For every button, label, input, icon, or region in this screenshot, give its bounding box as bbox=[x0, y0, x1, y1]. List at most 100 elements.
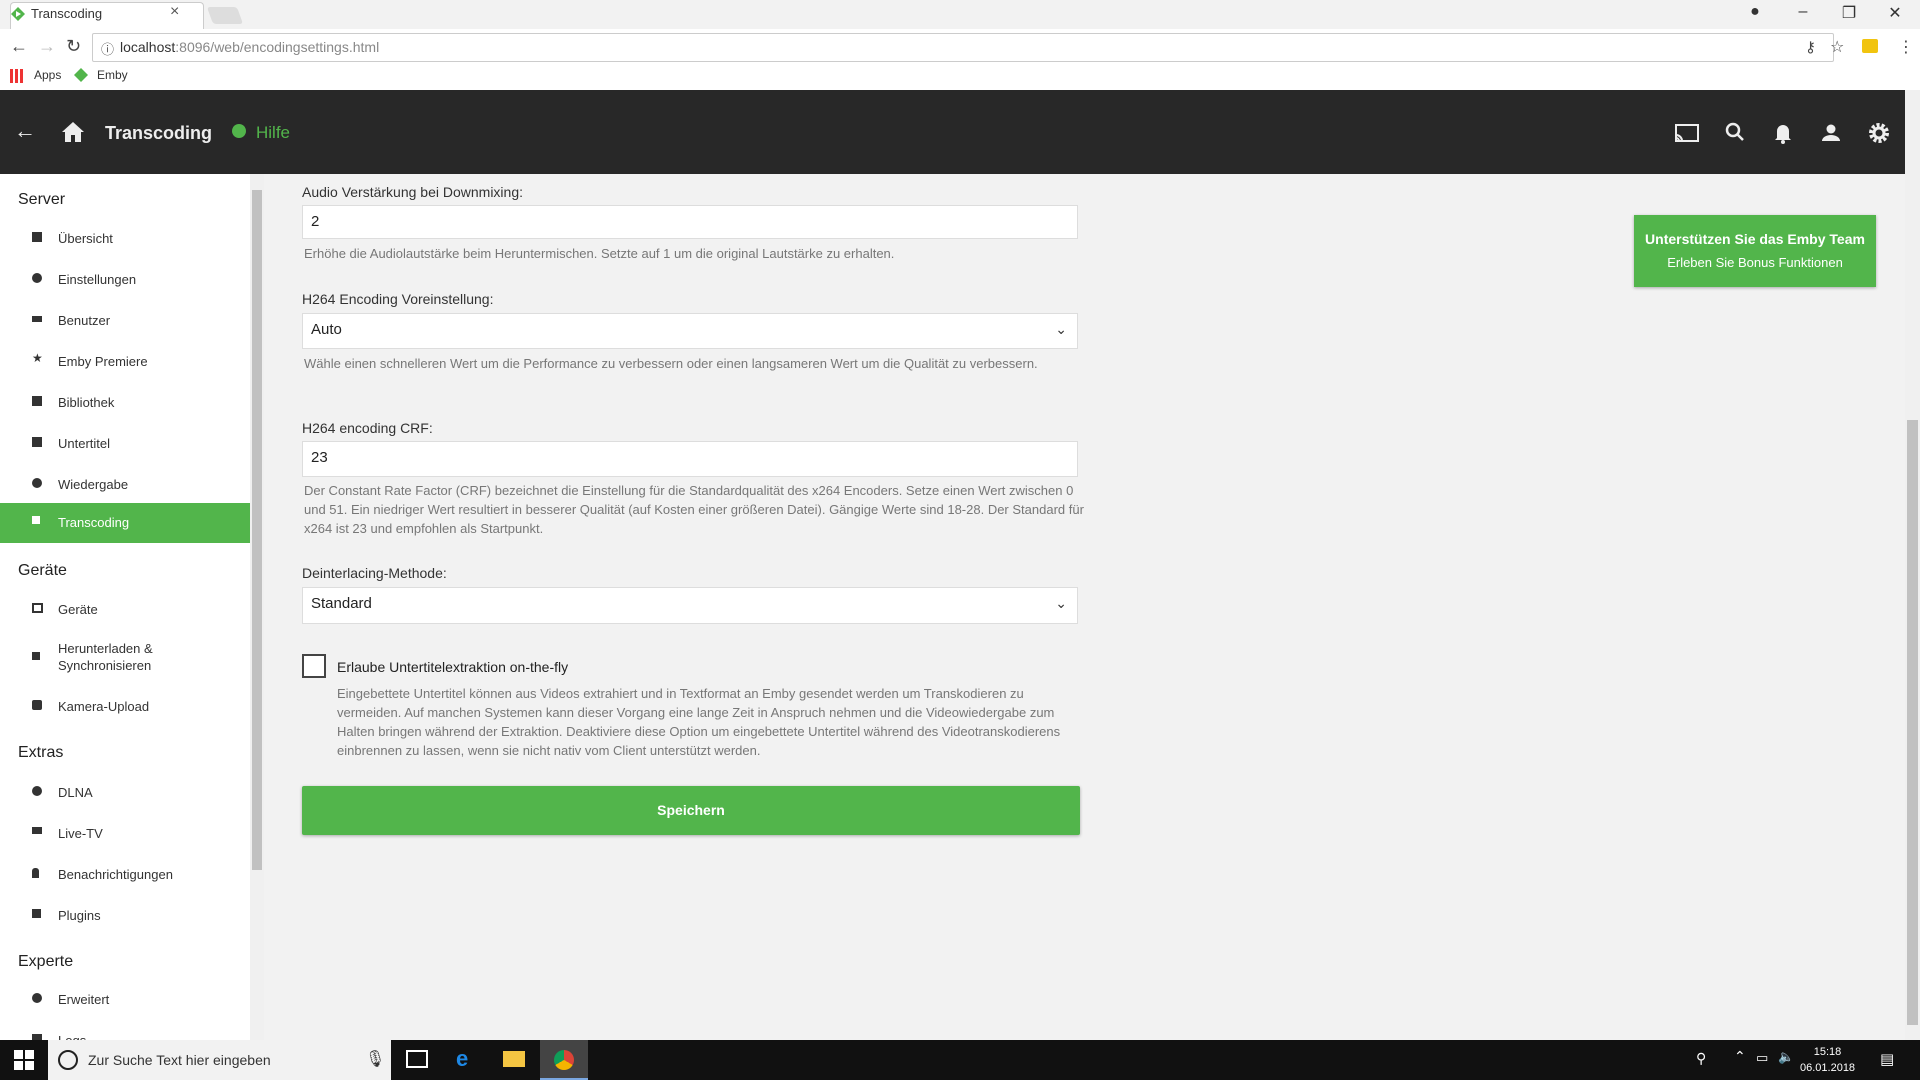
bell-icon bbox=[32, 868, 39, 878]
audio-boost-label: Audio Verstärkung bei Downmixing: bbox=[302, 184, 524, 200]
dlna-icon bbox=[32, 786, 42, 796]
advanced-settings-icon bbox=[32, 993, 42, 1003]
back-arrow-icon[interactable]: ← bbox=[14, 118, 36, 144]
home-icon[interactable] bbox=[62, 122, 84, 142]
gear-icon[interactable] bbox=[1864, 118, 1894, 148]
section-experte: Experte bbox=[18, 953, 74, 970]
sidebar-item-benachrichtigungen[interactable]: Benachrichtigungen bbox=[0, 855, 250, 895]
search-icon[interactable] bbox=[1720, 118, 1750, 148]
task-view-icon[interactable] bbox=[406, 1050, 428, 1068]
clock-time: 15:18 bbox=[1813, 1046, 1842, 1058]
transcode-icon bbox=[32, 516, 40, 524]
people-tray-icon[interactable]: ⚲ bbox=[1696, 1050, 1706, 1067]
extension-icon[interactable] bbox=[1862, 39, 1878, 53]
support-subtitle: Erleben Sie Bonus Funktionen bbox=[1667, 255, 1843, 270]
key-icon[interactable]: ⚷ bbox=[1805, 38, 1816, 56]
taskbar-search-placeholder: Zur Suche Text hier eingeben bbox=[88, 1052, 271, 1068]
download-icon bbox=[32, 652, 40, 660]
deinterlace-select[interactable]: Standard ⌄ bbox=[302, 587, 1078, 624]
url-path: :8096/web/encodingsettings.html bbox=[175, 39, 380, 55]
sidebar-scroll-thumb[interactable] bbox=[252, 190, 262, 870]
tab-strip bbox=[0, 0, 1920, 29]
sidebar-item-bibliothek[interactable]: Bibliothek bbox=[0, 383, 250, 423]
section-server: Server bbox=[18, 191, 66, 208]
page-title: Transcoding bbox=[105, 123, 213, 143]
help-icon[interactable] bbox=[232, 124, 246, 138]
star-icon[interactable]: ☆ bbox=[1830, 37, 1844, 57]
bookmarks-bar bbox=[0, 65, 1920, 91]
section-geraete: Geräte bbox=[18, 562, 67, 579]
new-tab-button[interactable] bbox=[206, 7, 244, 24]
microphone-icon[interactable]: 🎙 bbox=[365, 1049, 385, 1069]
dashboard-icon bbox=[32, 232, 42, 242]
settings-icon bbox=[32, 273, 42, 283]
h264-preset-select[interactable]: Auto ⌄ bbox=[302, 313, 1078, 349]
bookmark-apps[interactable]: Apps bbox=[34, 68, 61, 82]
sidebar-item-emby-premiere[interactable]: ★ Emby Premiere bbox=[0, 342, 250, 382]
help-link[interactable]: Hilfe bbox=[256, 123, 290, 143]
sidebar-item-transcoding[interactable]: Transcoding bbox=[0, 503, 250, 543]
menu-icon[interactable]: ⋮ bbox=[1898, 37, 1914, 57]
taskbar-clock[interactable]: 15:18 06.01.2018 bbox=[1800, 1044, 1855, 1076]
restore-icon[interactable]: ❐ bbox=[1829, 3, 1869, 23]
reload-icon[interactable]: ↻ bbox=[66, 36, 81, 57]
sidebar-item-live-tv[interactable]: Live-TV bbox=[0, 814, 250, 854]
chevron-down-icon: ⌄ bbox=[1055, 595, 1067, 611]
emby-icon bbox=[74, 68, 88, 82]
sidebar-item-wiedergabe[interactable]: Wiedergabe bbox=[0, 465, 250, 505]
device-icon bbox=[32, 603, 43, 613]
file-explorer-icon[interactable] bbox=[503, 1051, 525, 1067]
plugin-icon bbox=[32, 909, 41, 918]
url-text: localhost:8096/web/encodingsettings.html bbox=[120, 39, 379, 55]
minimize-icon[interactable]: – bbox=[1783, 3, 1823, 21]
tab-close-icon[interactable]: × bbox=[170, 3, 179, 21]
audio-boost-input[interactable]: 2 bbox=[302, 205, 1078, 239]
windows-start-icon[interactable] bbox=[14, 1050, 34, 1070]
bell-icon[interactable] bbox=[1768, 118, 1798, 148]
h264-crf-input[interactable]: 23 bbox=[302, 441, 1078, 477]
sidebar-item-geraete[interactable]: Geräte bbox=[0, 590, 250, 630]
chevron-up-icon[interactable]: ⌃ bbox=[1734, 1048, 1746, 1065]
sidebar-item-dlna[interactable]: DLNA bbox=[0, 773, 250, 813]
main-scroll-thumb[interactable] bbox=[1907, 420, 1918, 1025]
network-icon[interactable]: ▭ bbox=[1756, 1050, 1768, 1066]
bookmark-emby[interactable]: Emby bbox=[97, 68, 128, 82]
cast-icon[interactable] bbox=[1672, 118, 1702, 148]
support-emby-button[interactable]: Unterstützen Sie das Emby Team Erleben S… bbox=[1634, 215, 1876, 287]
section-extras: Extras bbox=[18, 744, 64, 761]
sidebar-item-uebersicht[interactable]: Übersicht bbox=[0, 219, 250, 259]
subtitle-extract-checkbox[interactable] bbox=[302, 654, 326, 678]
sidebar-item-kamera-upload[interactable]: Kamera-Upload bbox=[0, 687, 250, 727]
deinterlace-label: Deinterlacing-Methode: bbox=[302, 565, 447, 581]
sidebar-item-plugins[interactable]: Plugins bbox=[0, 896, 250, 936]
sidebar: Server Übersicht Einstellungen Benutzer … bbox=[0, 174, 250, 1040]
sidebar-item-untertitel[interactable]: Untertitel bbox=[0, 424, 250, 464]
edge-icon[interactable]: e bbox=[456, 1046, 468, 1072]
support-title: Unterstützen Sie das Emby Team bbox=[1645, 231, 1865, 247]
forward-icon[interactable]: → bbox=[38, 36, 56, 57]
camera-icon bbox=[32, 700, 42, 710]
sidebar-item-logs[interactable]: Logs bbox=[0, 1021, 250, 1040]
user-icon[interactable] bbox=[1816, 118, 1846, 148]
audio-boost-help: Erhöhe die Audiolautstärke beim Herunter… bbox=[304, 246, 895, 261]
profile-icon[interactable]: ● bbox=[1735, 3, 1775, 21]
subtitle-extract-label[interactable]: Erlaube Untertitelextraktion on-the-fly bbox=[337, 659, 568, 675]
notifications-icon[interactable]: ▤ bbox=[1880, 1050, 1894, 1068]
folder-icon bbox=[32, 396, 42, 406]
back-icon[interactable]: ← bbox=[10, 36, 28, 57]
emby-favicon-icon bbox=[11, 7, 25, 21]
h264-preset-label: H264 Encoding Voreinstellung: bbox=[302, 291, 494, 307]
cortana-icon bbox=[58, 1050, 78, 1070]
url-host: localhost bbox=[120, 39, 176, 55]
chrome-icon bbox=[554, 1050, 574, 1070]
save-button[interactable]: Speichern bbox=[302, 786, 1080, 835]
sidebar-item-einstellungen[interactable]: Einstellungen bbox=[0, 260, 250, 300]
h264-preset-value: Auto bbox=[311, 321, 342, 338]
sidebar-item-erweitert[interactable]: Erweitert bbox=[0, 980, 250, 1020]
info-icon[interactable]: ⓘ bbox=[101, 39, 114, 58]
sidebar-item-benutzer[interactable]: Benutzer bbox=[0, 301, 250, 341]
sidebar-item-sync[interactable]: Herunterladen & Synchronisieren bbox=[0, 634, 250, 680]
close-window-icon[interactable]: ✕ bbox=[1875, 3, 1915, 23]
chevron-down-icon: ⌄ bbox=[1055, 321, 1067, 337]
volume-icon[interactable]: 🔈 bbox=[1778, 1049, 1794, 1065]
